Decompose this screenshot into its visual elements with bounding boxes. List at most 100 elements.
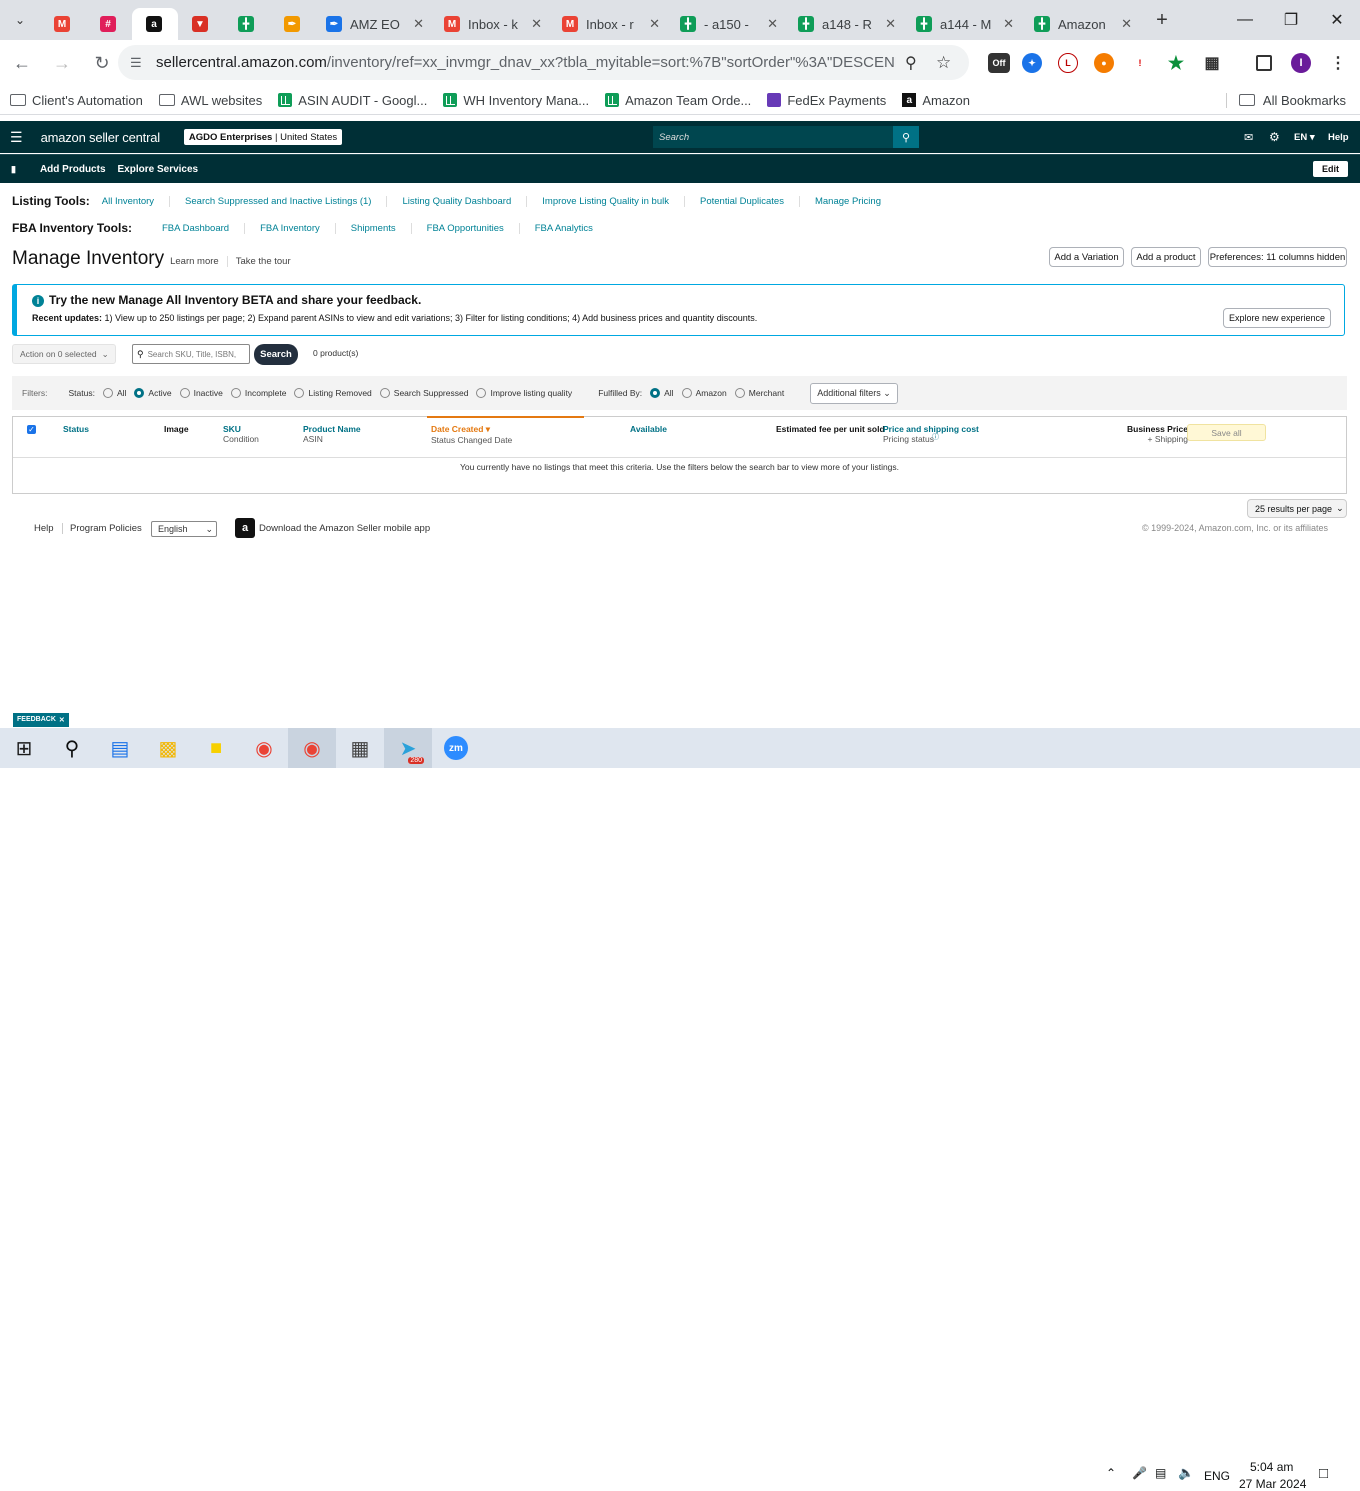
site-info-icon[interactable]: ☰ (130, 55, 142, 71)
all-bookmarks[interactable]: All Bookmarks (1225, 92, 1346, 108)
fulfilled-radio[interactable] (734, 388, 745, 398)
browser-tab[interactable]: M Inbox - k ✕ (434, 8, 552, 40)
pricing-info-icon[interactable]: ⓘ (932, 432, 939, 442)
mail-icon[interactable]: ✉ (1244, 131, 1253, 144)
volume-icon[interactable]: 🔈 (1178, 1465, 1194, 1481)
windows-start-icon[interactable]: ⊞ (0, 728, 48, 768)
bookmark-star-icon[interactable]: ☆ (936, 53, 951, 73)
search-icon[interactable]: ⚲ (893, 126, 919, 148)
amazon-app-icon[interactable]: a (235, 518, 255, 538)
subnav-explore-services[interactable]: Explore Services (118, 164, 199, 175)
browser-tab[interactable]: a (132, 8, 178, 40)
feedback-button[interactable]: FEEDBACK ✕ (13, 713, 69, 727)
network-icon[interactable]: ▤ (1155, 1466, 1166, 1480)
header-help-link[interactable]: Help (1328, 132, 1349, 143)
browser-tab[interactable]: ✒ (270, 8, 316, 40)
subnav-add-products[interactable]: Add Products (40, 164, 106, 175)
explore-new-experience-button[interactable]: Explore new experience (1223, 308, 1331, 328)
bulk-action-dropdown[interactable]: Action on 0 selected ⌄ (12, 344, 116, 364)
zoom-icon[interactable]: zm (432, 728, 480, 768)
chrome-icon[interactable]: ◉ (240, 728, 288, 768)
sticky-notes-icon[interactable]: ■ (192, 728, 240, 768)
microphone-icon[interactable]: 🎤 (1132, 1466, 1147, 1480)
select-all-checkbox[interactable]: ✓ (27, 425, 36, 434)
bookmark-item[interactable]: Client's Automation (10, 93, 143, 108)
chrome-menu-icon[interactable]: ⋮ (1328, 53, 1348, 73)
listing-tool-link[interactable]: All Inventory (102, 196, 169, 207)
settings-gear-icon[interactable]: ⚙ (1269, 130, 1280, 144)
desktop-app-icon[interactable]: ▤ (96, 728, 144, 768)
bookmark-item[interactable]: AWL websites (158, 93, 262, 108)
browser-tab[interactable]: ✒ AMZ EO ✕ (316, 8, 434, 40)
status-radio[interactable] (134, 388, 145, 398)
file-explorer-icon[interactable]: ▩ (144, 728, 192, 768)
browser-tab[interactable]: # (86, 8, 132, 40)
status-radio[interactable] (379, 388, 390, 398)
fba-tool-link[interactable]: Shipments (334, 222, 411, 234)
chrome-profile-icon[interactable]: ◉ (288, 728, 336, 768)
column-header[interactable]: Date Created ▾ Status Changed Date (431, 424, 512, 445)
browser-tab[interactable]: ▼ (178, 8, 224, 40)
footer-language-select[interactable]: English ⌄ (151, 521, 217, 537)
extension-star-icon[interactable]: ★ (1166, 53, 1186, 73)
inventory-search-input[interactable]: ⚲ Search SKU, Title, ISBN, (132, 344, 250, 364)
learn-more-link[interactable]: Learn more (170, 256, 228, 267)
close-tab-icon[interactable]: ✕ (767, 16, 778, 32)
listing-tool-link[interactable]: Manage Pricing (798, 195, 896, 207)
search-icon[interactable]: ⚲ (48, 728, 96, 768)
take-tour-link[interactable]: Take the tour (234, 256, 291, 267)
status-radio[interactable] (179, 388, 190, 398)
inventory-search-button[interactable]: Search (254, 344, 298, 365)
extension-off-icon[interactable]: Off (988, 53, 1010, 73)
fba-tool-link[interactable]: FBA Dashboard (162, 223, 244, 234)
close-tab-icon[interactable]: ✕ (413, 16, 424, 32)
status-radio[interactable] (476, 388, 487, 398)
footer-help-link[interactable]: Help (34, 523, 54, 534)
extension-login-icon[interactable]: L (1058, 53, 1078, 73)
results-per-page-select[interactable]: 25 results per page ⌄ (1247, 499, 1347, 518)
close-tab-icon[interactable]: ✕ (1121, 16, 1132, 32)
header-search[interactable]: Search ⚲ (653, 126, 919, 148)
bookmark-item[interactable]: Amazon Team Orde... (605, 93, 751, 108)
extension-alert-icon[interactable]: ! (1130, 53, 1150, 73)
account-switcher[interactable]: AGDO Enterprises | United States (183, 129, 343, 145)
reload-icon[interactable]: ↻ (84, 45, 120, 81)
browser-tab[interactable]: ╋ a148 - R ✕ (788, 8, 906, 40)
fba-tool-link[interactable]: FBA Analytics (518, 222, 608, 234)
clock-time[interactable]: 5:04 am (1250, 1460, 1293, 1474)
bookmark-item[interactable]: FedEx Payments (767, 93, 886, 108)
additional-filters-button[interactable]: Additional filters ⌄ (810, 382, 898, 404)
close-tab-icon[interactable]: ✕ (1003, 16, 1014, 32)
footer-program-policies-link[interactable]: Program Policies (62, 523, 142, 534)
fba-tool-link[interactable]: FBA Opportunities (410, 222, 519, 234)
input-language[interactable]: ENG (1204, 1469, 1230, 1483)
status-radio[interactable] (230, 388, 241, 398)
bookmark-pin-icon[interactable]: ▮ (11, 164, 16, 175)
bookmark-item[interactable]: ASIN AUDIT - Googl... (278, 93, 427, 108)
notifications-icon[interactable]: □ (1319, 1465, 1328, 1482)
browser-tab[interactable]: ╋ - a150 - ✕ (670, 8, 788, 40)
browser-tab[interactable]: ╋ a144 - M ✕ (906, 8, 1024, 40)
browser-tab[interactable]: M (40, 8, 86, 40)
extensions-puzzle-icon[interactable]: ▦ (1202, 53, 1222, 73)
address-bar[interactable]: ☰ sellercentral.amazon.com/inventory/ref… (118, 45, 969, 80)
extension-orange-icon[interactable]: ● (1094, 53, 1114, 73)
fulfilled-radio[interactable] (681, 388, 692, 398)
footer-mobile-app-link[interactable]: Download the Amazon Seller mobile app (259, 523, 430, 534)
preferences-button[interactable]: Preferences: 11 columns hidden (1208, 247, 1347, 267)
listing-tool-link[interactable]: Listing Quality Dashboard (386, 195, 526, 207)
close-tab-icon[interactable]: ✕ (649, 16, 660, 32)
browser-tab[interactable]: M Inbox - r ✕ (552, 8, 670, 40)
listing-tool-link[interactable]: Improve Listing Quality in bulk (526, 195, 684, 207)
listing-tool-link[interactable]: Potential Duplicates (684, 195, 799, 207)
telegram-icon[interactable]: ➤ 280 (384, 728, 432, 768)
browser-tab[interactable]: ╋ Amazon ✕ (1024, 8, 1142, 40)
profile-avatar[interactable]: I (1291, 53, 1311, 73)
zoom-search-icon[interactable]: ⚲ (905, 53, 917, 73)
language-selector[interactable]: EN ▾ (1294, 132, 1315, 143)
close-icon[interactable]: ✕ (59, 716, 65, 724)
bookmark-item[interactable]: a Amazon (902, 93, 970, 108)
add-variation-button[interactable]: Add a Variation (1049, 247, 1124, 267)
fba-tool-link[interactable]: FBA Inventory (244, 222, 335, 234)
close-tab-icon[interactable]: ✕ (531, 16, 542, 32)
